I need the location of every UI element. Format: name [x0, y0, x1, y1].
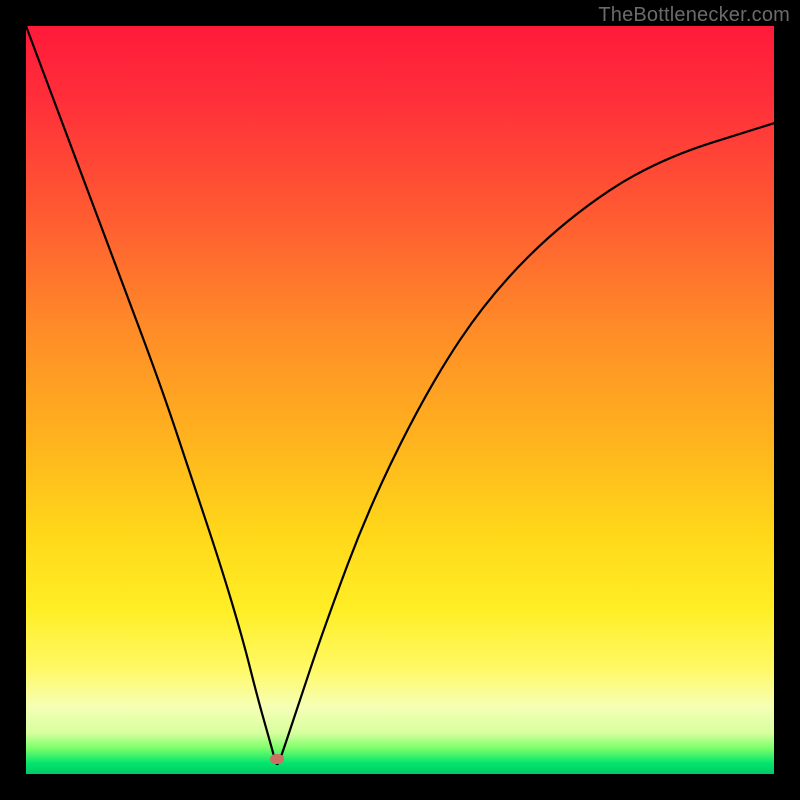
bottleneck-curve	[26, 26, 774, 764]
curve-layer	[26, 26, 774, 774]
chart-frame: TheBottlenecker.com	[0, 0, 800, 800]
optimum-marker	[270, 754, 284, 764]
plot-area	[26, 26, 774, 774]
watermark-text: TheBottlenecker.com	[598, 4, 790, 27]
